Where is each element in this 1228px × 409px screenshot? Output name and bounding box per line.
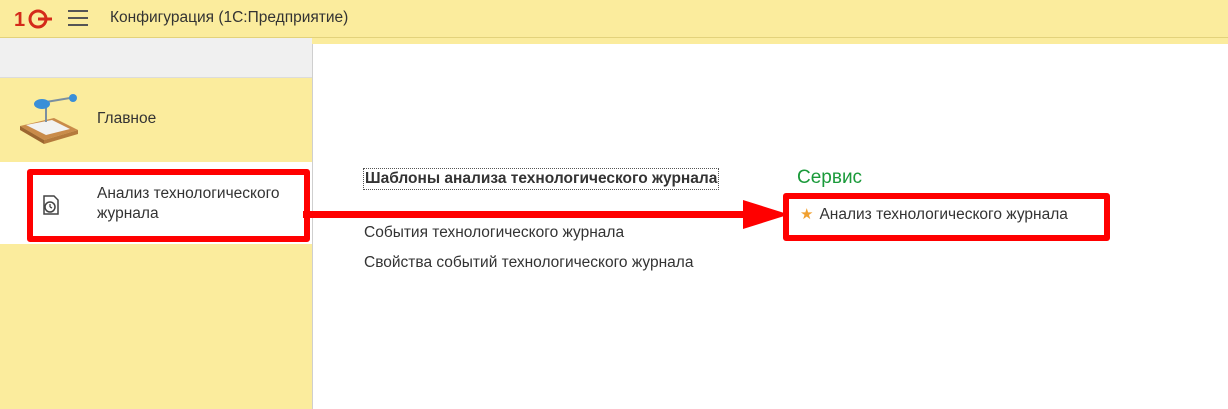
sections-sidebar: Главное Анализ технологического журнала xyxy=(0,78,312,409)
highlight-box-sidebar xyxy=(27,169,310,242)
link-techlog-event-properties[interactable]: Свойства событий технологического журнал… xyxy=(364,254,693,272)
1c-logo-icon[interactable]: 1 xyxy=(14,8,54,30)
desk-lamp-icon xyxy=(20,94,78,144)
menu-bar-1 xyxy=(68,10,88,12)
sidebar-item-label: Главное xyxy=(97,110,157,127)
sidebar-item-main[interactable]: Главное xyxy=(0,78,312,161)
main-menu-button[interactable] xyxy=(68,10,88,26)
top-bar: 1 Конфигурация (1С:Предприятие) xyxy=(0,0,1228,38)
menu-bar-3 xyxy=(68,24,88,26)
svg-text:1: 1 xyxy=(14,9,25,30)
arrow-annotation-icon xyxy=(303,200,789,229)
link-techlog-templates[interactable]: Шаблоны анализа технологического журнала xyxy=(363,168,720,190)
highlight-box-favorite xyxy=(783,193,1110,241)
app-title: Конфигурация (1С:Предприятие) xyxy=(110,9,349,26)
menu-bar-2 xyxy=(68,17,88,19)
sidebar-toolbar-strip xyxy=(0,38,312,78)
service-group-title: Сервис xyxy=(797,167,863,188)
